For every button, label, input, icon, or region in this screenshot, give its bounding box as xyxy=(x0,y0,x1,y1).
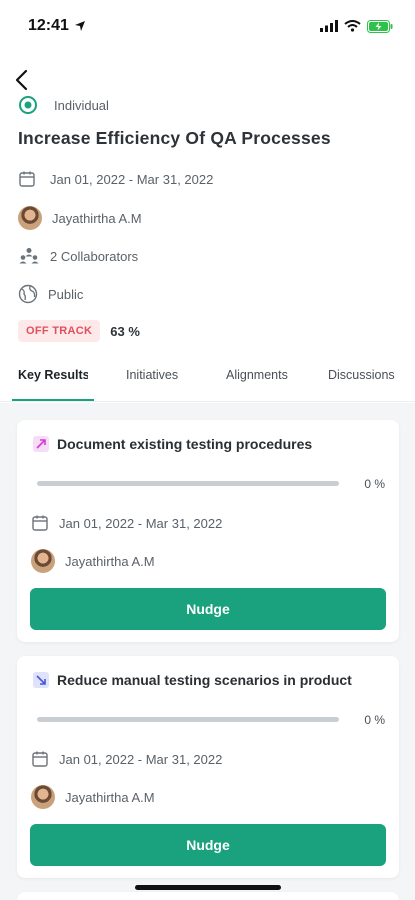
key-results-list: Document existing testing procedures 0 %… xyxy=(0,403,415,900)
key-result-owner-row[interactable]: Jayathirtha A.M xyxy=(31,785,155,809)
globe-icon xyxy=(18,284,38,304)
chevron-left-icon xyxy=(15,69,28,91)
tab-alignments[interactable]: Alignments xyxy=(226,368,294,382)
avatar xyxy=(31,549,55,573)
status-bar: 12:41 xyxy=(0,0,415,52)
signal-icon xyxy=(320,20,338,32)
key-result-date-row: Jan 01, 2022 - Mar 31, 2022 xyxy=(31,750,222,768)
status-time: 12:41 xyxy=(28,17,86,35)
key-result-title: Document existing testing procedures xyxy=(57,436,313,452)
nudge-button[interactable]: Nudge xyxy=(30,824,386,866)
key-result-owner: Jayathirtha A.M xyxy=(65,553,155,569)
key-result-title: Reduce manual testing scenarios in produ… xyxy=(57,672,352,688)
key-result-type-icon xyxy=(33,672,49,688)
collaborators-label: 2 Collaborators xyxy=(50,248,139,264)
objective-progress: 63 % xyxy=(110,323,140,339)
home-indicator[interactable] xyxy=(135,885,281,890)
calendar-icon xyxy=(32,751,48,767)
key-result-owner: Jayathirtha A.M xyxy=(65,789,155,805)
objective-status-row: OFF TRACK 63 % xyxy=(18,320,140,342)
objective-owner-row[interactable]: Jayathirtha A.M xyxy=(18,206,142,230)
status-badge: OFF TRACK xyxy=(18,320,101,342)
progress-label: 0 % xyxy=(364,477,385,491)
visibility-label: Public xyxy=(48,286,84,302)
objective-type-label: Individual xyxy=(54,97,109,113)
progress-bar xyxy=(37,481,339,486)
target-icon xyxy=(19,96,37,114)
battery-charging-icon xyxy=(367,19,393,33)
tab-initiatives[interactable]: Initiatives xyxy=(126,368,190,382)
objective-date-row: Jan 01, 2022 - Mar 31, 2022 xyxy=(18,170,213,188)
wifi-icon xyxy=(344,20,361,32)
collaborators-icon xyxy=(19,248,39,264)
tab-discussions[interactable]: Discussions xyxy=(328,368,398,382)
tab-bar: Key Results Initiatives Alignments Discu… xyxy=(0,360,415,402)
progress-label: 0 % xyxy=(364,713,385,727)
objective-type: Individual xyxy=(18,95,109,115)
progress-bar xyxy=(37,717,339,722)
active-tab-indicator xyxy=(12,399,94,401)
trend-down-icon xyxy=(36,675,46,685)
calendar-icon xyxy=(19,171,35,187)
key-result-card[interactable] xyxy=(17,892,399,900)
avatar xyxy=(31,785,55,809)
trend-up-icon xyxy=(36,439,46,449)
key-result-owner-row[interactable]: Jayathirtha A.M xyxy=(31,549,155,573)
nudge-button[interactable]: Nudge xyxy=(30,588,386,630)
location-arrow-icon xyxy=(74,21,85,31)
tab-key-results[interactable]: Key Results xyxy=(18,368,88,382)
time-label: 12:41 xyxy=(28,17,69,34)
status-icons xyxy=(320,19,393,33)
back-button[interactable] xyxy=(14,66,38,94)
objective-owner: Jayathirtha A.M xyxy=(52,210,142,226)
key-result-card[interactable]: Reduce manual testing scenarios in produ… xyxy=(17,656,399,878)
objective-date: Jan 01, 2022 - Mar 31, 2022 xyxy=(50,171,214,187)
key-result-date: Jan 01, 2022 - Mar 31, 2022 xyxy=(59,515,223,531)
visibility-row: Public xyxy=(18,284,83,304)
objective-title: Increase Efficiency Of QA Processes xyxy=(18,128,331,148)
collaborators-row[interactable]: 2 Collaborators xyxy=(18,247,138,265)
key-result-card[interactable]: Document existing testing procedures 0 %… xyxy=(17,420,399,642)
avatar xyxy=(18,206,42,230)
key-result-date: Jan 01, 2022 - Mar 31, 2022 xyxy=(59,751,223,767)
key-result-type-icon xyxy=(33,436,49,452)
calendar-icon xyxy=(32,515,48,531)
key-result-date-row: Jan 01, 2022 - Mar 31, 2022 xyxy=(31,514,222,532)
